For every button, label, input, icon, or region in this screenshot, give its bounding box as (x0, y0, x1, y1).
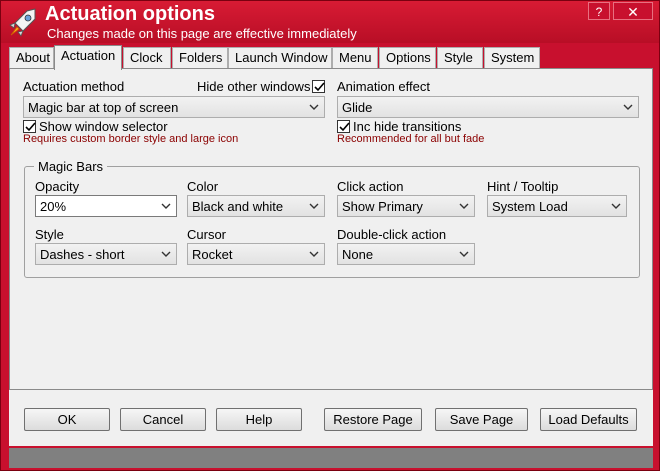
animation-effect-label: Animation effect (337, 79, 430, 94)
chevron-down-icon (308, 100, 320, 114)
title-bar[interactable]: Actuation options Changes made on this p… (1, 1, 659, 43)
chevron-down-icon (458, 247, 470, 261)
inc-hide-transitions-label: Inc hide transitions (353, 119, 462, 134)
tab-strip: About Actuation Clock Folders Launch Win… (9, 45, 653, 70)
button-bar: OK Cancel Help Restore Page Save Page Lo… (9, 390, 653, 446)
help-button[interactable]: Help (216, 408, 302, 431)
chevron-down-icon (308, 247, 320, 261)
actuation-method-value: Magic bar at top of screen (28, 100, 179, 115)
status-bar (9, 448, 653, 468)
opacity-label: Opacity (35, 179, 80, 194)
animation-effect-select[interactable]: Glide (337, 96, 639, 118)
window-subtitle: Changes made on this page are effective … (47, 26, 357, 41)
chevron-down-icon (308, 199, 320, 213)
style-value: Dashes - short (40, 247, 125, 262)
chevron-down-icon (160, 247, 172, 261)
help-title-button[interactable]: ? (588, 2, 610, 20)
ok-button[interactable]: OK (24, 408, 110, 431)
cursor-label: Cursor (187, 227, 227, 242)
chevron-down-icon (610, 199, 622, 213)
save-page-button[interactable]: Save Page (435, 408, 528, 431)
double-click-action-label: Double-click action (337, 227, 447, 242)
animation-effect-value: Glide (342, 100, 373, 115)
tab-folders[interactable]: Folders (172, 47, 228, 69)
actuation-panel: Actuation method Hide other windows Magi… (9, 68, 653, 390)
load-defaults-button[interactable]: Load Defaults (540, 408, 637, 431)
hide-other-windows-label: Hide other windows (197, 79, 311, 94)
style-label: Style (35, 227, 64, 242)
cursor-value: Rocket (192, 247, 233, 262)
chevron-down-icon (458, 199, 470, 213)
click-action-select[interactable]: Show Primary (337, 195, 475, 217)
actuation-method-select[interactable]: Magic bar at top of screen (23, 96, 325, 118)
click-action-value: Show Primary (342, 199, 423, 214)
double-click-action-select[interactable]: None (337, 243, 475, 265)
restore-page-button[interactable]: Restore Page (324, 408, 422, 431)
options-window: Actuation options Changes made on this p… (0, 0, 660, 471)
hide-other-windows-checkbox[interactable] (312, 80, 325, 93)
magic-bars-title: Magic Bars (34, 159, 108, 174)
tab-system[interactable]: System (484, 47, 540, 69)
opacity-value: 20% (40, 199, 67, 214)
color-value: Black and white (192, 199, 284, 214)
close-button[interactable]: ✕ (613, 2, 653, 20)
chevron-down-icon (622, 100, 634, 114)
cancel-button[interactable]: Cancel (120, 408, 206, 431)
style-select[interactable]: Dashes - short (35, 243, 177, 265)
tab-clock[interactable]: Clock (123, 47, 171, 69)
tab-actuation[interactable]: Actuation (54, 45, 122, 70)
chevron-down-icon (160, 199, 172, 213)
hint-tooltip-label: Hint / Tooltip (487, 179, 559, 194)
click-action-label: Click action (337, 179, 404, 194)
inc-hide-transitions-hint: Recommended for all but fade (337, 133, 485, 145)
tab-menu[interactable]: Menu (332, 47, 378, 69)
hint-tooltip-select[interactable]: System Load (487, 195, 627, 217)
hint-tooltip-value: System Load (492, 199, 568, 214)
inc-hide-transitions-checkbox[interactable] (337, 120, 350, 133)
opacity-combo[interactable]: 20% (35, 195, 177, 217)
actuation-method-label: Actuation method (23, 79, 125, 94)
double-click-action-value: None (342, 247, 374, 262)
show-window-selector-checkbox[interactable] (23, 120, 36, 133)
tab-about[interactable]: About (9, 47, 54, 69)
show-window-selector-label: Show window selector (39, 119, 168, 134)
tab-style[interactable]: Style (437, 47, 483, 69)
cursor-select[interactable]: Rocket (187, 243, 325, 265)
window-title: Actuation options (45, 3, 215, 25)
show-window-selector-hint: Requires custom border style and large i… (23, 133, 239, 145)
color-label: Color (187, 179, 219, 194)
tab-launch-window[interactable]: Launch Window (228, 47, 332, 69)
tab-options[interactable]: Options (379, 47, 436, 69)
color-select[interactable]: Black and white (187, 195, 325, 217)
rocket-icon (7, 5, 41, 39)
